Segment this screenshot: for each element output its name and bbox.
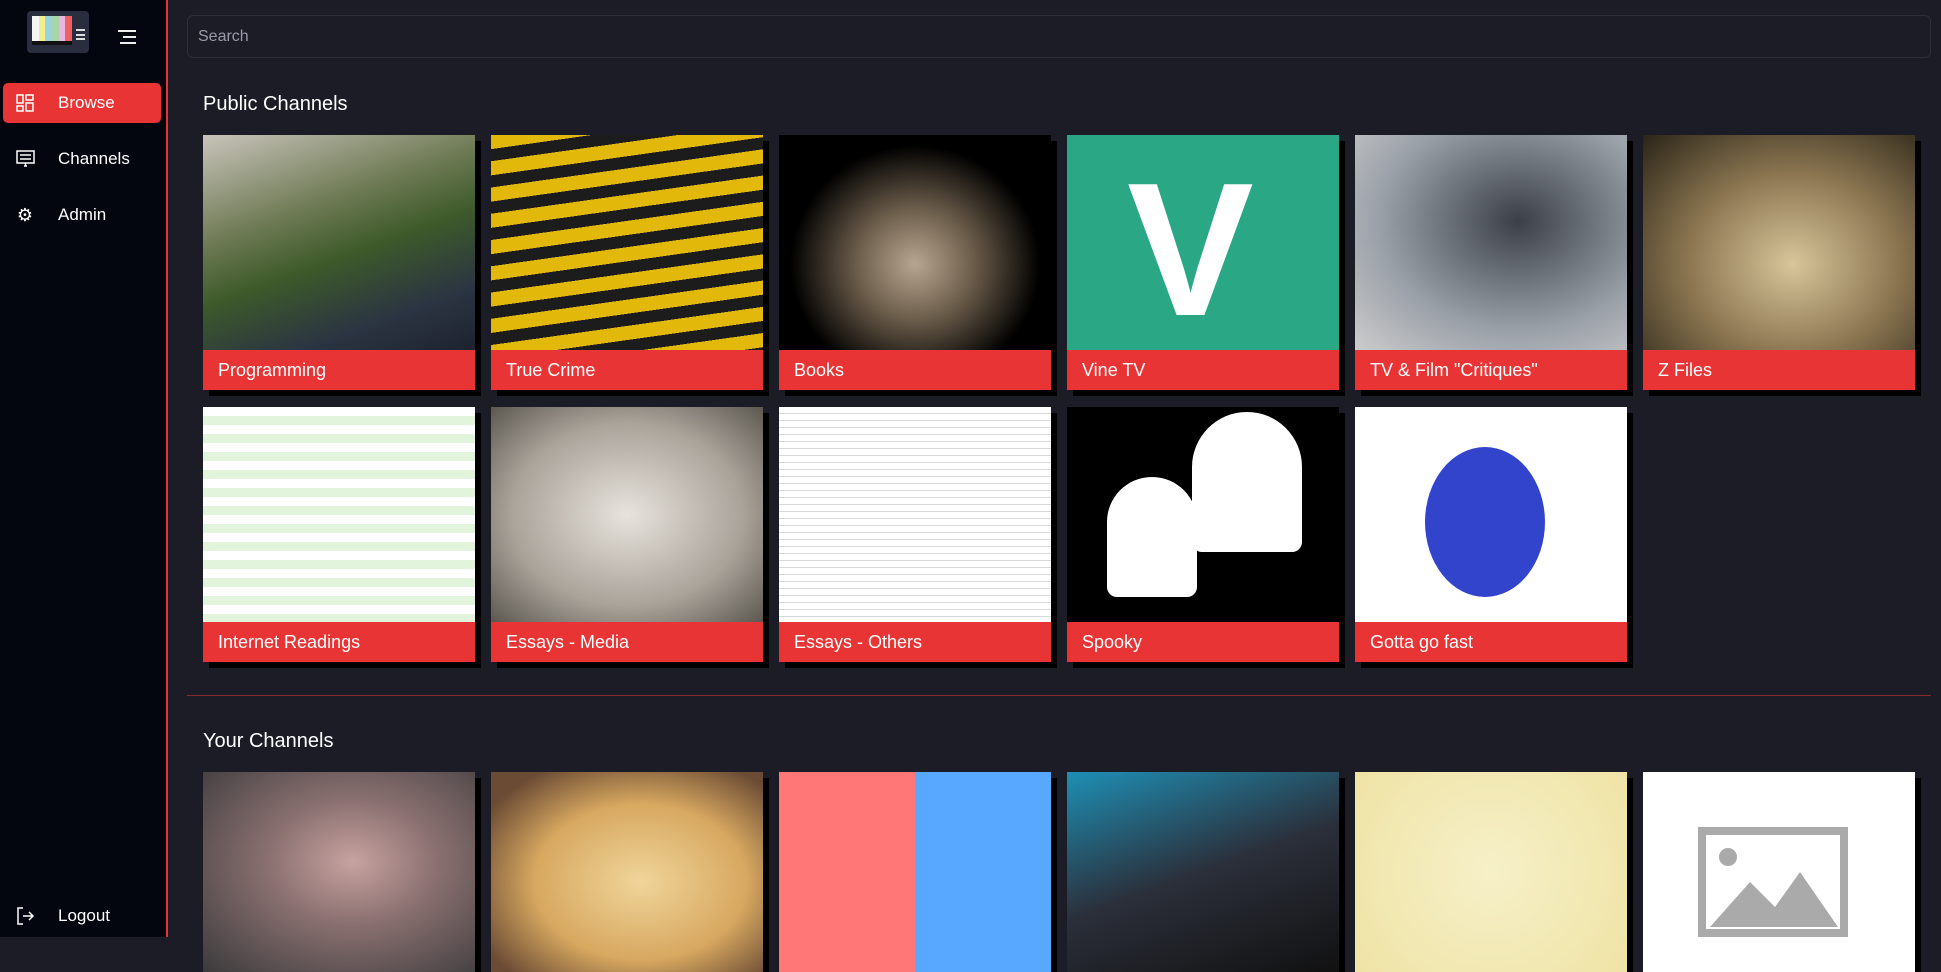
channel-thumbnail [491,407,763,622]
channel-card[interactable]: Z Files [1643,135,1915,390]
public-channels-heading: Public Channels [203,93,348,115]
dashboard-icon [15,93,35,113]
monitor-icon [15,149,35,169]
sidebar-item-channels[interactable]: Channels [3,139,161,179]
channel-label: Gotta go fast [1355,622,1627,662]
your-channels-heading: Your Channels [203,730,334,752]
channel-label: Programming [203,350,475,390]
ghost-image [1107,477,1197,597]
channel-card[interactable]: Spooky [1067,407,1339,662]
sidebar-item-label: Browse [58,93,115,112]
channel-thumbnail [491,772,763,972]
channel-thumbnail [203,407,475,622]
channel-thumbnail [1067,772,1339,972]
channel-label: TV & Film "Critiques" [1355,350,1627,390]
channel-card[interactable] [1643,772,1915,972]
channel-label: Essays - Others [779,622,1051,662]
channel-thumbnail [1355,772,1627,972]
logout-button[interactable]: Logout [3,896,161,936]
channel-card[interactable] [491,772,763,972]
channel-label: Vine TV [1067,350,1339,390]
sonic-image [1425,447,1545,597]
channel-label: Spooky [1067,622,1339,662]
logout-icon [15,906,35,926]
app-logo[interactable] [27,11,89,53]
sidebar-item-label: Admin [58,205,107,224]
channel-card[interactable]: V Vine TV [1067,135,1339,390]
channel-thumbnail [779,407,1051,622]
channel-card[interactable]: Books [779,135,1051,390]
logout-label: Logout [58,906,110,925]
channel-thumbnail [779,135,1051,350]
channel-thumbnail [1067,407,1339,622]
channel-card[interactable]: True Crime [491,135,763,390]
channel-thumbnail [1355,407,1627,622]
channel-card[interactable]: Gotta go fast [1355,407,1627,662]
channel-label: Internet Readings [203,622,475,662]
channel-thumbnail [491,135,763,350]
channel-thumbnail [1355,135,1627,350]
image-placeholder-icon [1698,827,1848,937]
channel-card[interactable]: TV & Film "Critiques" [1355,135,1627,390]
channel-card[interactable] [1355,772,1627,972]
channel-label: Z Files [1643,350,1915,390]
channel-label: True Crime [491,350,763,390]
sidebar-item-label: Channels [58,149,130,168]
section-divider [187,695,1931,696]
sidebar: Browse Channels ⚙ Admin Logout [0,0,168,937]
channel-label: Books [779,350,1051,390]
vine-logo: V [1127,144,1254,350]
channel-thumbnail [1643,772,1915,972]
channel-thumbnail [779,772,1051,972]
sidebar-item-admin[interactable]: ⚙ Admin [3,195,161,235]
channel-card[interactable] [203,772,475,972]
channel-label: Essays - Media [491,622,763,662]
channel-card[interactable]: Internet Readings [203,407,475,662]
search-input[interactable] [187,15,1931,58]
channel-card[interactable]: Essays - Others [779,407,1051,662]
channel-card[interactable] [1067,772,1339,972]
channel-card[interactable]: Programming [203,135,475,390]
sidebar-item-browse[interactable]: Browse [3,83,161,123]
channel-thumbnail [203,135,475,350]
channel-card[interactable]: Essays - Media [491,407,763,662]
channel-thumbnail: V [1067,135,1339,350]
gear-icon: ⚙ [16,204,34,225]
channel-thumbnail [203,772,475,972]
menu-toggle-icon[interactable] [118,30,136,44]
channel-thumbnail [1643,135,1915,350]
channel-card[interactable] [779,772,1051,972]
